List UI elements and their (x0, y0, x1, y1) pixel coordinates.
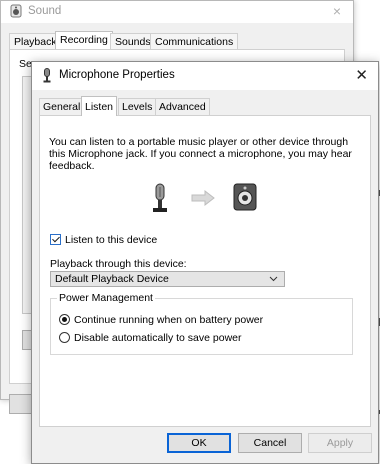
playback-device-value: Default Playback Device (55, 273, 169, 285)
dialog-title-bar: Microphone Properties ✕ (32, 62, 378, 90)
radio-disable-automatically[interactable]: Disable automatically to save power (59, 332, 242, 344)
speaker-icon (233, 183, 257, 211)
listen-illustration (145, 180, 265, 216)
listen-checkbox[interactable] (50, 234, 61, 245)
tab-listen[interactable]: Listen (81, 96, 118, 116)
playback-device-select[interactable]: Default Playback Device (50, 271, 285, 287)
speaker-icon (10, 4, 22, 21)
radio-button-selected[interactable] (59, 314, 70, 325)
radio-disable-label: Disable automatically to save power (74, 332, 242, 344)
dialog-tabs: General Listen Levels Advanced (39, 96, 369, 116)
tab-playback[interactable]: Playback (9, 33, 62, 49)
power-management-group: Power Management Continue running when o… (50, 292, 353, 355)
recording-instruction: Se (19, 58, 32, 70)
tab-sounds[interactable]: Sounds (110, 33, 156, 49)
sound-window-title: Sound (28, 5, 62, 17)
listen-panel: You can listen to a portable music playe… (39, 115, 371, 427)
tab-communications[interactable]: Communications (150, 33, 239, 49)
listen-checkbox-row[interactable]: Listen to this device (50, 234, 157, 246)
sound-title-bar: Sound × (1, 1, 353, 23)
tab-recording[interactable]: Recording (55, 31, 113, 50)
ok-button[interactable]: OK (167, 433, 231, 453)
microphone-icon (42, 68, 52, 86)
power-management-legend: Power Management (57, 292, 155, 304)
arrow-right-icon (191, 189, 215, 207)
apply-button[interactable]: Apply (308, 433, 372, 453)
radio-button[interactable] (59, 332, 70, 343)
tab-advanced[interactable]: Advanced (155, 98, 210, 115)
radio-continue-label: Continue running when on battery power (74, 314, 264, 326)
dialog-title: Microphone Properties (59, 69, 175, 81)
cancel-button[interactable]: Cancel (238, 433, 302, 453)
sound-close-icon[interactable]: × (333, 3, 341, 19)
close-icon[interactable]: ✕ (355, 66, 368, 84)
radio-continue-running[interactable]: Continue running when on battery power (59, 314, 263, 326)
tab-general[interactable]: General (39, 98, 85, 115)
chevron-down-icon (269, 272, 278, 289)
playback-label: Playback through this device: (50, 258, 187, 270)
tab-levels[interactable]: Levels (118, 98, 157, 115)
listen-checkbox-label: Listen to this device (65, 234, 158, 246)
microphone-properties-dialog: Microphone Properties ✕ General Listen L… (31, 61, 379, 464)
listen-description: You can listen to a portable music playe… (49, 136, 352, 172)
microphone-icon (153, 183, 167, 212)
